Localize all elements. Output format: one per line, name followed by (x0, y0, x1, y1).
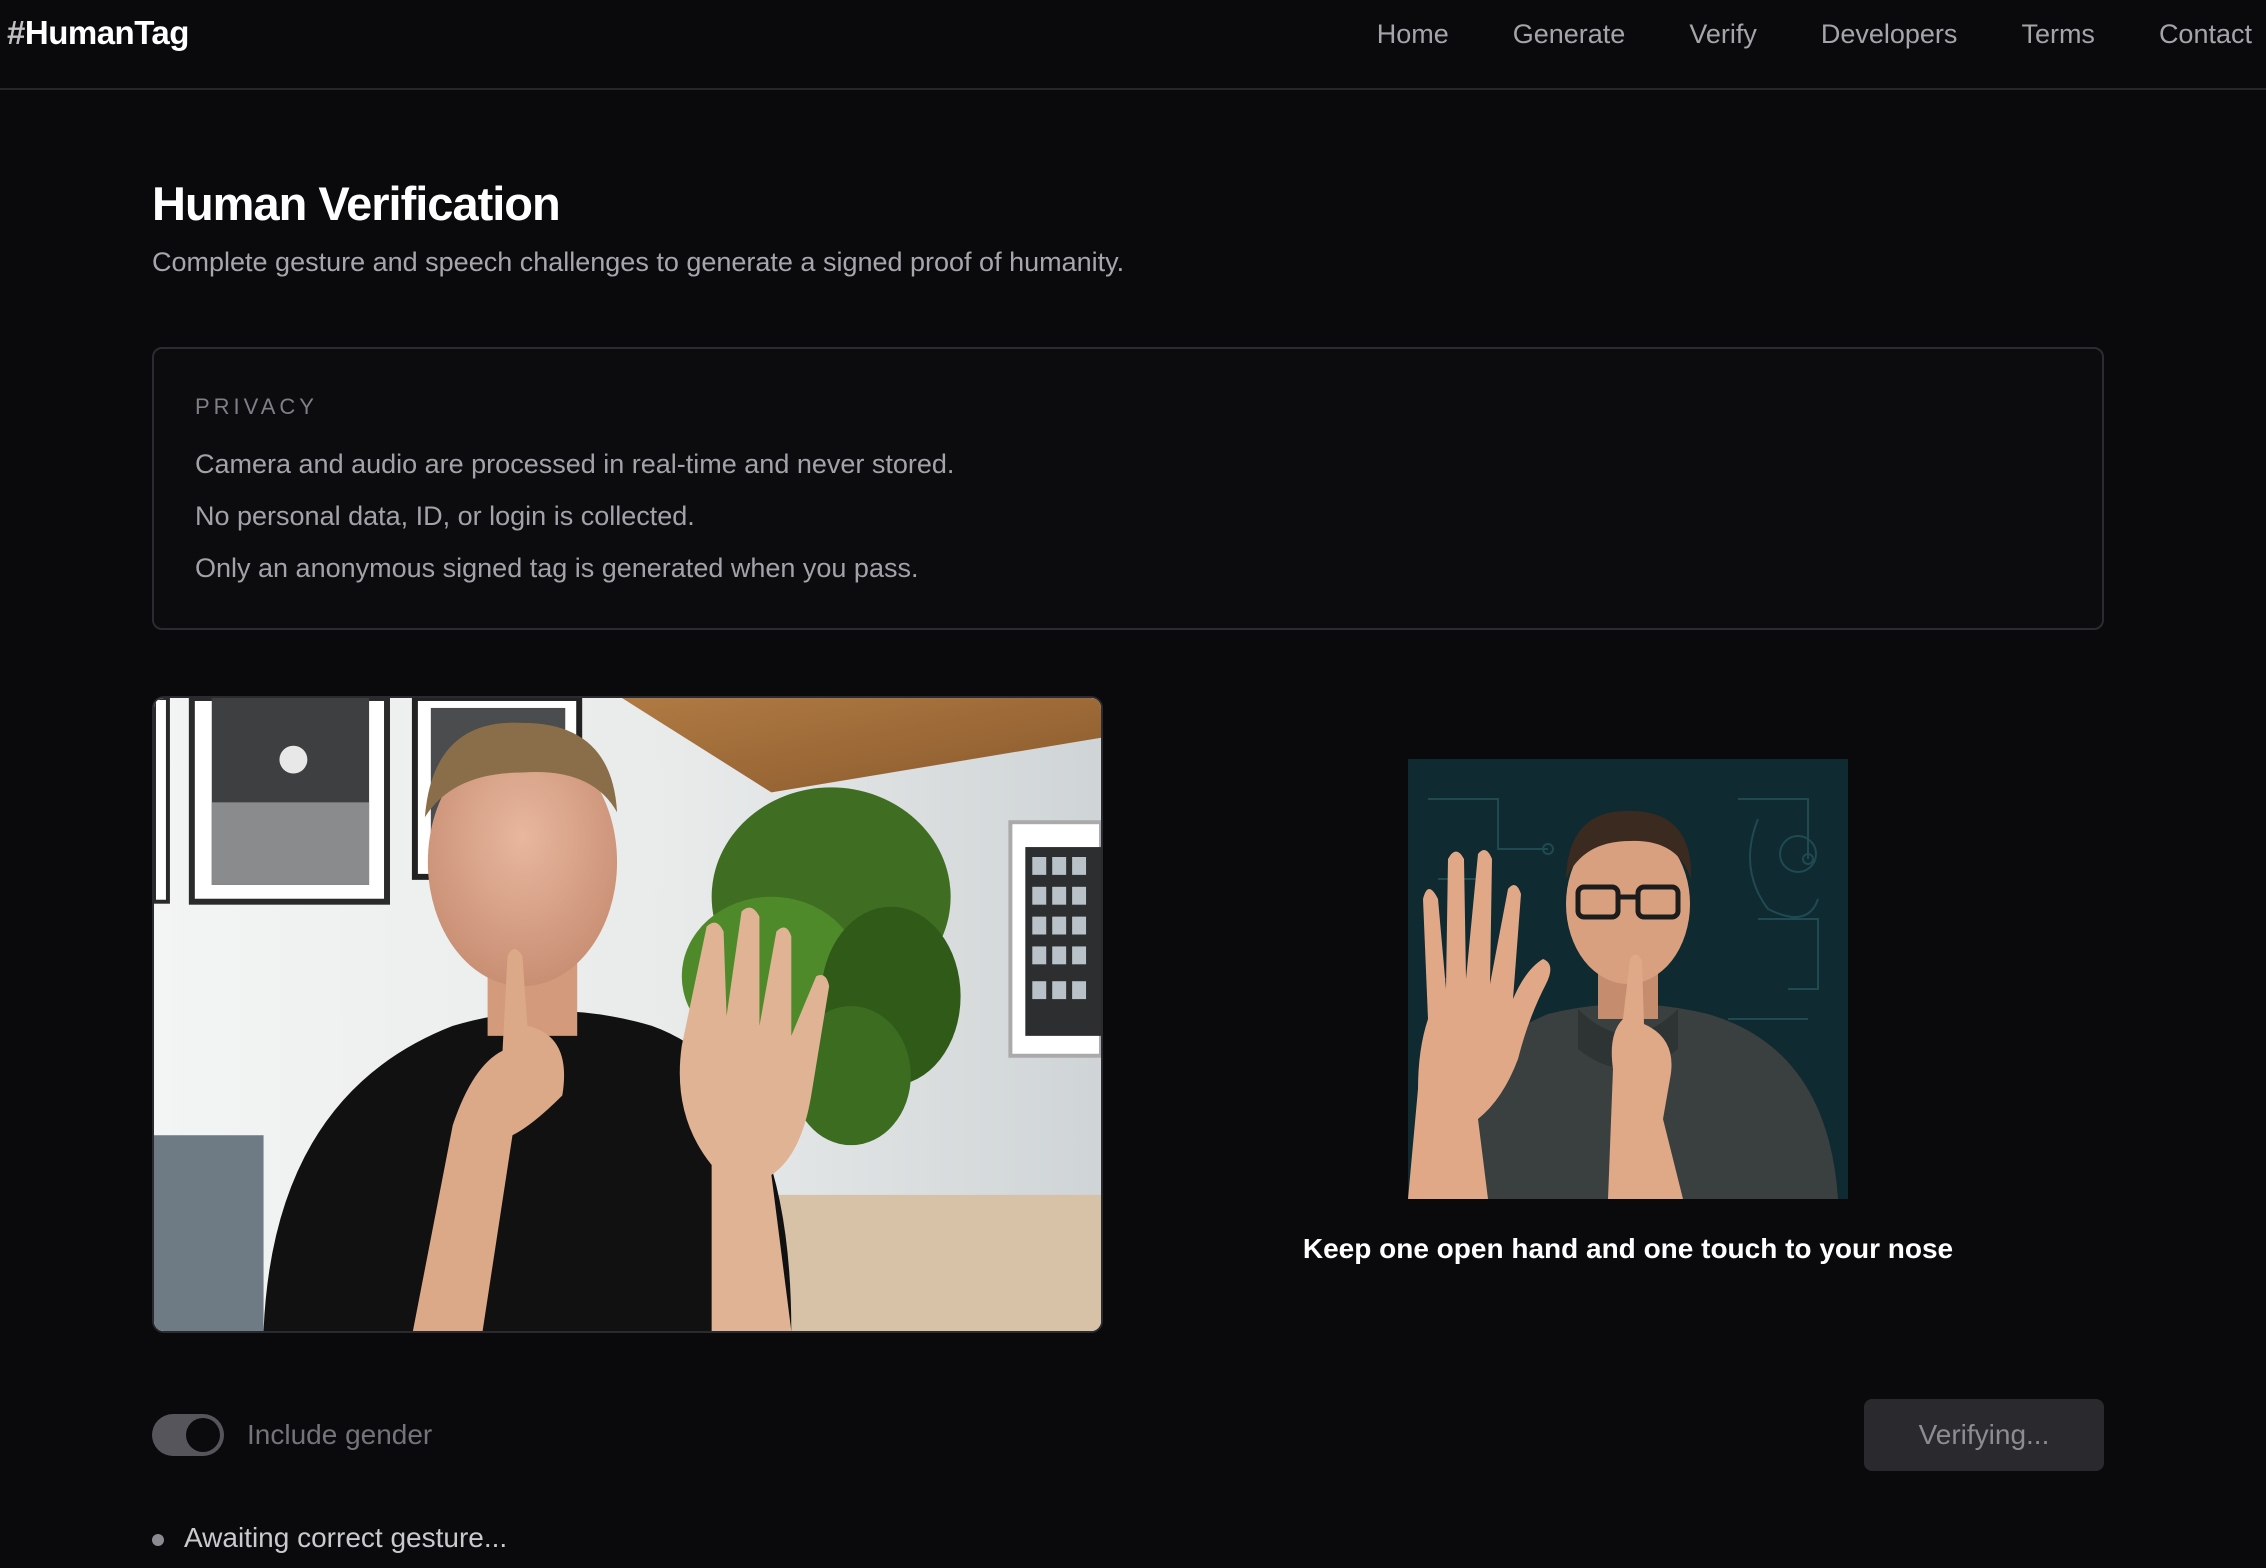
nav-developers[interactable]: Developers (1821, 18, 1958, 50)
status-indicator-dot (152, 1534, 164, 1546)
privacy-line: Camera and audio are processed in real-t… (195, 449, 955, 479)
privacy-line: Only an anonymous signed tag is generate… (195, 553, 919, 583)
include-gender-toggle[interactable] (152, 1414, 224, 1456)
page-title: Human Verification (152, 177, 561, 230)
brand-name: HumanTag (24, 14, 190, 51)
camera-feed (152, 696, 1103, 1333)
privacy-line: No personal data, ID, or login is collec… (195, 501, 695, 531)
privacy-heading: PRIVACY (195, 394, 318, 419)
brand-logo[interactable]: #HumanTag (7, 14, 189, 52)
nav-terms[interactable]: Terms (2021, 18, 2095, 50)
nav-contact[interactable]: Contact (2159, 18, 2252, 50)
nav-generate[interactable]: Generate (1513, 18, 1626, 50)
status-message: Awaiting correct gesture... (184, 1522, 508, 1553)
camera-feed-image (154, 698, 1101, 1331)
verify-button[interactable]: Verifying... (1864, 1399, 2104, 1471)
page-subtitle: Complete gesture and speech challenges t… (152, 247, 1125, 277)
toggle-knob (186, 1418, 220, 1452)
gesture-instruction: Keep one open hand and one touch to your… (1302, 1233, 1954, 1264)
privacy-card: PRIVACY Camera and audio are processed i… (152, 347, 2104, 630)
reference-illustration (1408, 759, 1848, 1199)
nav-home[interactable]: Home (1377, 18, 1449, 50)
top-nav-bar: #HumanTag Home Generate Verify Developer… (0, 0, 2266, 90)
brand-hash: # (7, 14, 25, 51)
reference-gesture-image (1408, 759, 1848, 1199)
include-gender-label: Include gender (247, 1419, 433, 1450)
main-nav: Home Generate Verify Developers Terms Co… (1313, 18, 2252, 50)
nav-verify[interactable]: Verify (1689, 18, 1757, 50)
